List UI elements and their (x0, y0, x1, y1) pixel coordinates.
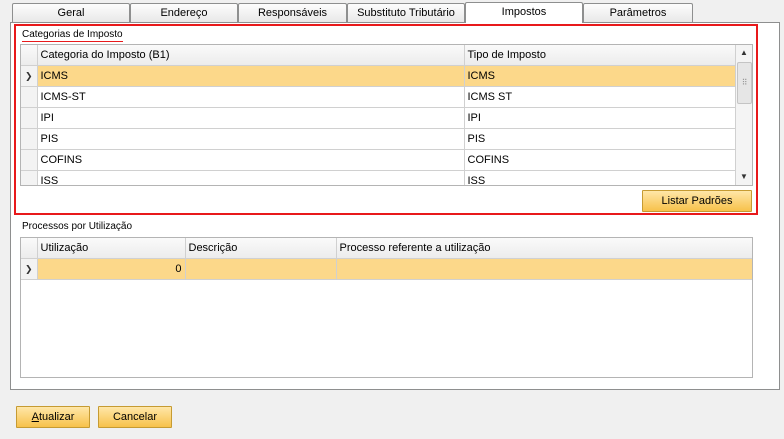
tab-responsaveis[interactable]: Responsáveis (238, 3, 347, 22)
table-row[interactable]: PIS PIS (21, 128, 738, 150)
tax-categories-title: Categorias de Imposto (22, 29, 123, 42)
cell-category[interactable]: PIS (37, 128, 465, 150)
row-selector-header (21, 238, 38, 259)
cell-category[interactable]: ICMS (37, 65, 465, 87)
column-header-process[interactable]: Processo referente a utilização (336, 238, 752, 259)
list-defaults-button[interactable]: Listar Padrões (642, 190, 752, 212)
cell-tax-type[interactable]: COFINS (464, 149, 738, 171)
row-pointer-icon: ❯ (24, 263, 33, 274)
table-row[interactable]: ISS ISS (21, 170, 738, 185)
table-row[interactable]: IPI IPI (21, 107, 738, 129)
tab-parametros[interactable]: Parâmetros (583, 3, 693, 22)
row-selector[interactable] (21, 128, 38, 150)
tax-categories-grid[interactable]: Categoria do Imposto (B1) Tipo de Impost… (20, 44, 753, 186)
row-selector-header (21, 45, 38, 66)
column-header-tax-type[interactable]: Tipo de Imposto (464, 45, 738, 66)
column-header-description[interactable]: Descrição (185, 238, 337, 259)
row-selector[interactable] (21, 86, 38, 108)
cell-category[interactable]: IPI (37, 107, 465, 129)
cancel-button[interactable]: Cancelar (98, 406, 172, 428)
cell-tax-type[interactable]: ISS (464, 170, 738, 185)
table-row[interactable]: ❯ 0 (21, 258, 752, 280)
row-selector[interactable] (21, 170, 38, 185)
grid-header: Utilização Descrição Processo referente … (21, 238, 752, 259)
grid-header: Categoria do Imposto (B1) Tipo de Impost… (21, 45, 738, 66)
tab-impostos[interactable]: Impostos (465, 2, 583, 23)
cell-category[interactable]: ICMS-ST (37, 86, 465, 108)
tab-geral[interactable]: Geral (12, 3, 130, 22)
cell-usage[interactable]: 0 (37, 258, 186, 280)
row-selector[interactable]: ❯ (21, 258, 38, 280)
update-button[interactable]: Atualizar (16, 406, 90, 428)
cell-tax-type[interactable]: ICMS ST (464, 86, 738, 108)
usage-processes-grid[interactable]: Utilização Descrição Processo referente … (20, 237, 753, 378)
tab-endereco[interactable]: Endereço (130, 3, 238, 22)
scroll-down-icon[interactable]: ▼ (736, 169, 752, 185)
row-selector[interactable] (21, 149, 38, 171)
cell-tax-type[interactable]: ICMS (464, 65, 738, 87)
cell-process[interactable] (336, 258, 752, 280)
table-row[interactable]: ICMS-ST ICMS ST (21, 86, 738, 108)
cell-description[interactable] (185, 258, 337, 280)
scroll-up-icon[interactable]: ▲ (736, 45, 752, 61)
tab-substituto-tributario[interactable]: Substituto Tributário (347, 3, 465, 22)
vertical-scrollbar[interactable]: ▲ ⠿ ▼ (735, 45, 752, 185)
row-selector[interactable] (21, 107, 38, 129)
cell-category[interactable]: ISS (37, 170, 465, 185)
column-header-usage[interactable]: Utilização (37, 238, 186, 259)
table-row[interactable]: COFINS COFINS (21, 149, 738, 171)
row-pointer-icon: ❯ (24, 70, 33, 81)
tab-strip: Geral Endereço Responsáveis Substituto T… (12, 2, 784, 23)
column-header-category[interactable]: Categoria do Imposto (B1) (37, 45, 465, 66)
scroll-thumb[interactable]: ⠿ (737, 62, 752, 104)
cell-category[interactable]: COFINS (37, 149, 465, 171)
cell-tax-type[interactable]: PIS (464, 128, 738, 150)
row-selector[interactable]: ❯ (21, 65, 38, 87)
cell-tax-type[interactable]: IPI (464, 107, 738, 129)
table-row[interactable]: ❯ ICMS ICMS (21, 65, 738, 87)
usage-processes-title: Processos por Utilização (22, 221, 133, 232)
